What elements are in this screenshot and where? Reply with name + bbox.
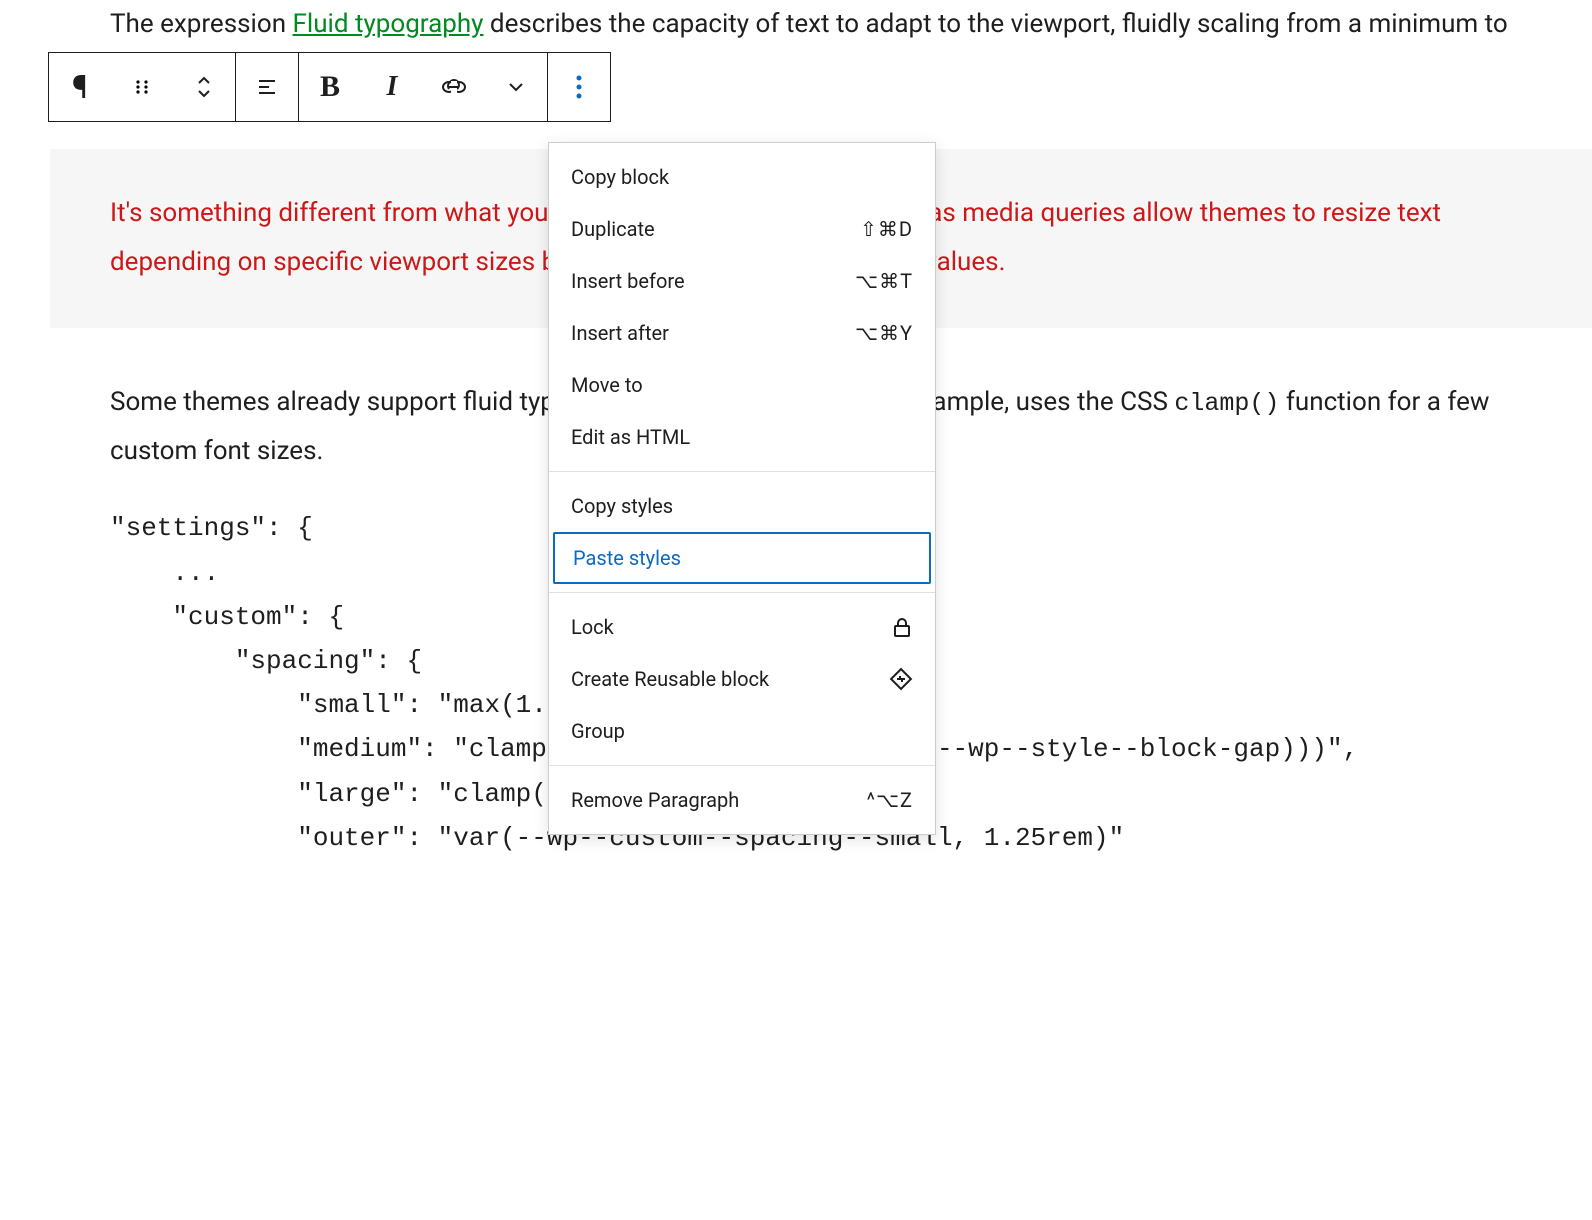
menu-label: Duplicate	[571, 217, 655, 241]
menu-label: Paste styles	[573, 546, 681, 570]
link-icon	[441, 77, 467, 97]
menu-create-reusable[interactable]: Create Reusable block	[549, 653, 935, 705]
align-icon	[255, 75, 279, 99]
menu-shortcut: ⌥⌘Y	[855, 321, 913, 345]
menu-label: Group	[571, 719, 625, 743]
menu-shortcut: ⇧⌘D	[860, 217, 913, 241]
menu-label: Remove Paragraph	[571, 788, 739, 812]
block-toolbar: ¶ B I	[48, 52, 611, 122]
menu-duplicate[interactable]: Duplicate ⇧⌘D	[549, 203, 935, 255]
menu-shortcut: ⌥⌘T	[855, 269, 913, 293]
chevron-updown-icon	[194, 75, 214, 99]
menu-label: Edit as HTML	[571, 425, 690, 449]
menu-edit-as-html[interactable]: Edit as HTML	[549, 411, 935, 463]
block-options-menu: Copy block Duplicate ⇧⌘D Insert before ⌥…	[548, 142, 936, 835]
menu-group[interactable]: Group	[549, 705, 935, 757]
menu-label: Move to	[571, 373, 643, 397]
menu-paste-styles[interactable]: Paste styles	[553, 532, 931, 584]
italic-icon: I	[387, 71, 398, 103]
menu-insert-before[interactable]: Insert before ⌥⌘T	[549, 255, 935, 307]
menu-move-to[interactable]: Move to	[549, 359, 935, 411]
kebab-icon	[575, 74, 583, 100]
drag-handle-button[interactable]	[111, 53, 173, 121]
options-button[interactable]	[548, 53, 610, 121]
menu-label: Create Reusable block	[571, 667, 769, 691]
chevron-down-icon	[507, 78, 525, 96]
italic-button[interactable]: I	[361, 53, 423, 121]
pilcrow-icon: ¶	[72, 68, 88, 106]
menu-copy-block[interactable]: Copy block	[549, 151, 935, 203]
move-button[interactable]	[173, 53, 235, 121]
menu-lock[interactable]: Lock	[549, 601, 935, 653]
menu-shortcut: ^⌥Z	[867, 788, 913, 812]
menu-label: Lock	[571, 615, 614, 639]
bold-button[interactable]: B	[299, 53, 361, 121]
link-button[interactable]	[423, 53, 485, 121]
bold-icon: B	[320, 70, 340, 104]
drag-handle-icon	[132, 77, 152, 97]
lock-icon	[891, 616, 913, 638]
menu-label: Insert before	[571, 269, 685, 293]
reusable-icon	[889, 667, 913, 691]
menu-copy-styles[interactable]: Copy styles	[549, 480, 935, 532]
menu-remove-paragraph[interactable]: Remove Paragraph ^⌥Z	[549, 774, 935, 826]
text: The expression	[110, 9, 293, 39]
menu-label: Copy styles	[571, 494, 673, 518]
menu-label: Copy block	[571, 165, 669, 189]
link-fluid-typography[interactable]: Fluid typography	[293, 9, 484, 39]
more-rich-text-button[interactable]	[485, 53, 547, 121]
align-button[interactable]	[236, 53, 298, 121]
menu-insert-after[interactable]: Insert after ⌥⌘Y	[549, 307, 935, 359]
menu-label: Insert after	[571, 321, 669, 345]
paragraph-icon-button[interactable]: ¶	[49, 53, 111, 121]
inline-code-clamp: clamp()	[1174, 389, 1279, 418]
